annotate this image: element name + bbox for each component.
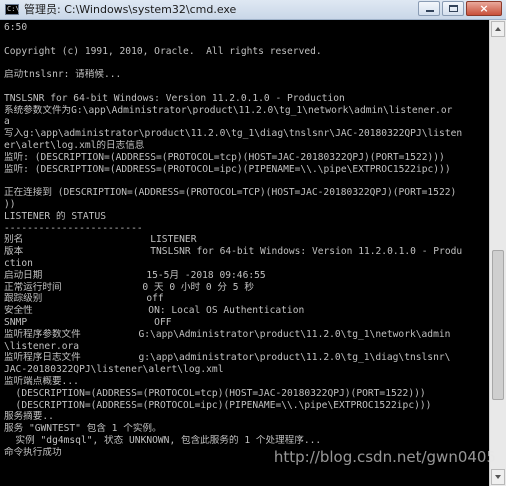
console-line: JAC-20180322QPJ\listener\alert\log.xml xyxy=(4,364,224,376)
console-line: 系统参数文件为G:\app\Administrator\product\11.2… xyxy=(4,104,453,116)
scrollbar-thumb[interactable] xyxy=(492,250,504,400)
console-line: 版本 TNSLSNR for 64-bit Windows: Version 1… xyxy=(4,246,463,258)
console-line: 监听程序日志文件 g:\app\administrator\product\11… xyxy=(4,352,451,364)
watermark: http://blog.csdn.net/gwn0405 xyxy=(273,448,496,466)
console-line: 监听端点概要... xyxy=(4,375,79,387)
console-line: 跟踪级别 off xyxy=(4,293,164,305)
console-line: 服务 "GWNTEST" 包含 1 个实例。 xyxy=(4,423,162,435)
minimize-button[interactable] xyxy=(418,1,440,16)
title-bar[interactable]: C:\ 管理员: C:\Windows\system32\cmd.exe × xyxy=(0,0,506,20)
console-line: SNMP OFF xyxy=(4,316,172,328)
console-line: 安全性 ON: Local OS Authentication xyxy=(4,305,305,317)
console-line: 别名 LISTENER xyxy=(4,234,197,246)
console-line: \listener.ora xyxy=(4,340,80,352)
cmd-icon-text: C:\ xyxy=(7,5,20,13)
console-line: 启动日期 15-5月 -2018 09:46:55 xyxy=(4,269,266,281)
console-line: )) xyxy=(4,198,16,210)
close-icon: × xyxy=(479,2,489,15)
scroll-up-button[interactable] xyxy=(491,21,505,37)
cmd-icon: C:\ xyxy=(5,4,20,15)
window-title: 管理员: C:\Windows\system32\cmd.exe xyxy=(24,3,237,16)
arrow-down-icon xyxy=(495,475,501,479)
console-line: 监听程序参数文件 G:\app\Administrator\product\11… xyxy=(4,328,451,340)
vertical-scrollbar[interactable] xyxy=(489,20,506,486)
console-line: 启动tnslsnr: 请稍候... xyxy=(4,69,122,81)
console-line: 监听: (DESCRIPTION=(ADDRESS=(PROTOCOL=ipc)… xyxy=(4,163,451,175)
console-line: TNSLSNR for 64-bit Windows: Version 11.2… xyxy=(4,92,345,104)
maximize-button[interactable] xyxy=(442,1,464,16)
console-line: a xyxy=(4,116,10,128)
console-line: ------------------------ xyxy=(4,222,143,234)
console-line: 正在连接到 (DESCRIPTION=(ADDRESS=(PROTOCOL=TC… xyxy=(4,187,457,199)
console-output[interactable]: 6:50 Copyright (c) 1991, 2010, Oracle. Al… xyxy=(4,22,488,486)
console-line: 写入g:\app\administrator\product\11.2.0\tg… xyxy=(4,128,463,140)
console-line: ction xyxy=(4,257,33,269)
maximize-icon xyxy=(449,5,458,12)
cmd-window: C:\ 管理员: C:\Windows\system32\cmd.exe × 6… xyxy=(0,0,506,486)
scroll-down-button[interactable] xyxy=(491,469,505,485)
console-line: (DESCRIPTION=(ADDRESS=(PROTOCOL=ipc)(PIP… xyxy=(4,399,432,411)
console-line: Copyright (c) 1991, 2010, Oracle. All ri… xyxy=(4,45,322,57)
console-line: 6:50 xyxy=(4,22,28,33)
console-line: LISTENER 的 STATUS xyxy=(4,210,107,222)
minimize-icon xyxy=(426,10,434,12)
console-line: 服务摘要.. xyxy=(4,411,54,423)
arrow-up-icon xyxy=(495,27,501,31)
console-line: (DESCRIPTION=(ADDRESS=(PROTOCOL=tcp)(HOS… xyxy=(4,387,426,399)
close-button[interactable]: × xyxy=(466,1,502,16)
console-line: 实例 "dg4msql", 状态 UNKNOWN, 包含此服务的 1 个处理程序… xyxy=(4,434,322,446)
window-controls: × xyxy=(418,1,502,17)
console-line: 监听: (DESCRIPTION=(ADDRESS=(PROTOCOL=tcp)… xyxy=(4,151,445,163)
console-line: er\alert\log.xml的日志信息 xyxy=(4,139,145,151)
console-line: 正常运行时间 0 天 0 小时 0 分 5 秒 xyxy=(4,281,254,293)
